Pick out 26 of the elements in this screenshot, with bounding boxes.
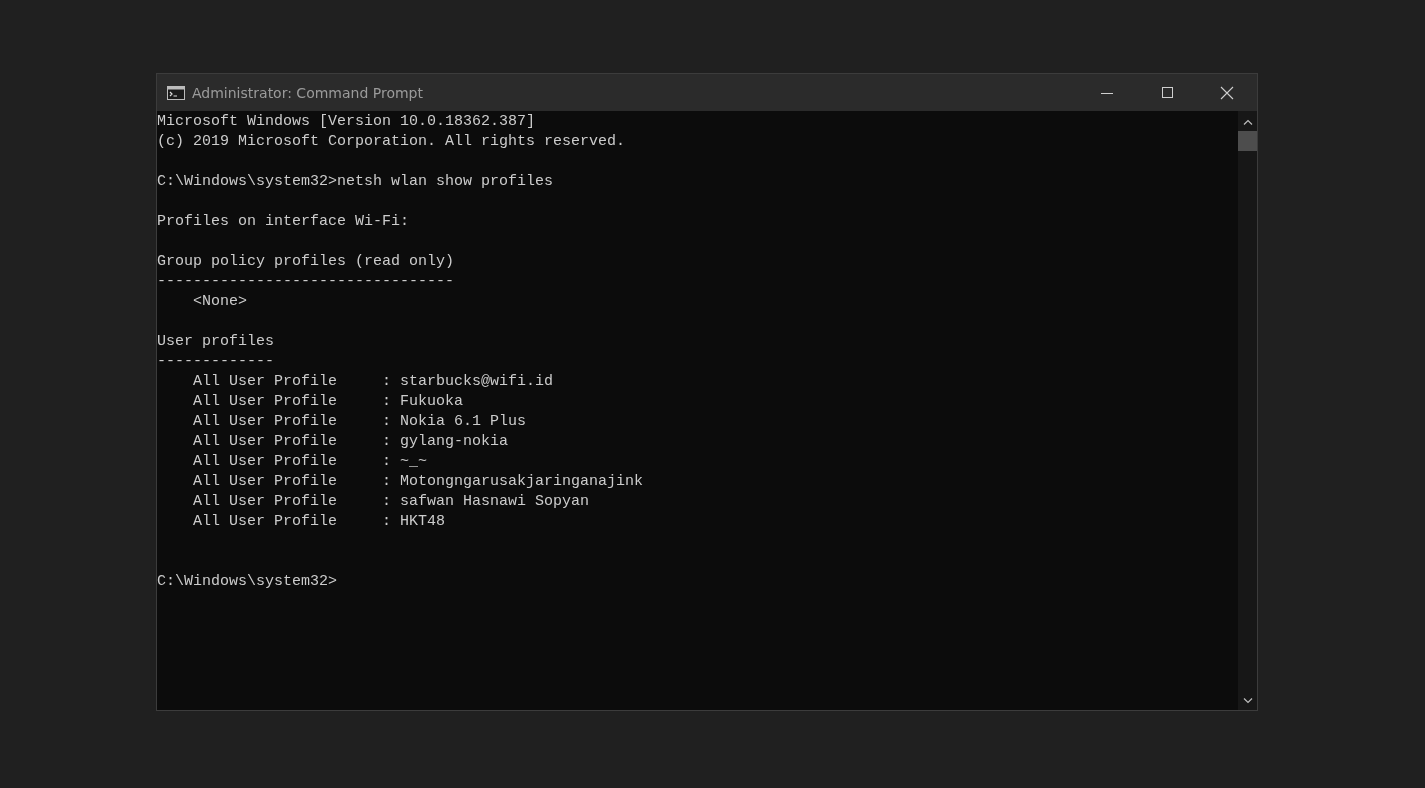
console-line: --------------------------------- [157,272,455,292]
scroll-up-icon[interactable] [1242,119,1253,125]
console-line: (c) 2019 Microsoft Corporation. All rights reserved. [157,132,626,152]
window-title: Administrator: Command Prompt [192,84,424,101]
console-line: Profiles on interface Wi-Fi: [157,212,410,232]
console-line: All User Profile : Motongngarusakjaringanajink [192,472,644,492]
console-line: Group policy profiles (read only) [157,252,455,272]
console-line: All User Profile : gylang-nokia [192,432,509,452]
console-line: All User Profile : HKT48 [192,512,446,532]
console-line: All User Profile : starbucks@wifi.id [192,372,554,392]
console-line: Microsoft Windows [Version 10.0.18362.387] [157,112,536,132]
console-line: C:\Windows\system32> [157,572,338,592]
console-line: All User Profile : Fukuoka [192,392,464,412]
console-line: User profiles [157,332,275,352]
console-line: All User Profile : Nokia 6.1 Plus [192,412,527,432]
console-line: All User Profile : safwan Hasnawi Sopyan [192,492,590,512]
console-line: <None> [192,292,247,312]
console-line: C:\Windows\system32>netsh wlan show profiles [157,172,554,192]
scrollbar[interactable] [1238,111,1257,710]
scrollbar-thumb[interactable] [1238,131,1257,151]
maximize-icon[interactable] [1161,86,1173,99]
close-icon[interactable] [1220,85,1234,100]
scroll-down-icon[interactable] [1242,698,1253,704]
console-icon [167,85,185,100]
console-line: ------------- [157,352,275,372]
console-line: All User Profile : ~_~ [192,452,428,472]
